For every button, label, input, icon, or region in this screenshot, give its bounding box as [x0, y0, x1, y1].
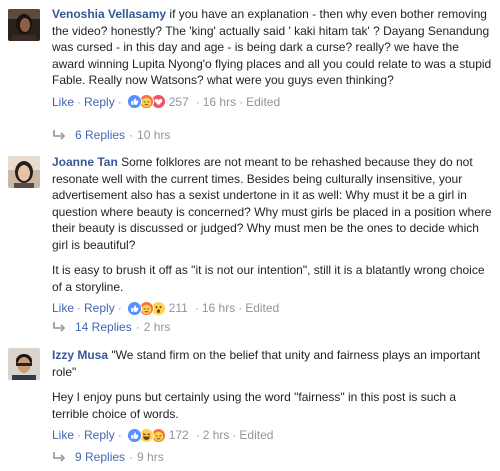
edited-label[interactable]: Edited: [239, 427, 273, 443]
separator: ·: [135, 320, 140, 334]
separator: ·: [238, 301, 243, 315]
like-icon: [126, 427, 142, 443]
comment-author[interactable]: Izzy Musa: [52, 348, 108, 362]
reply-arrow-icon: [53, 130, 66, 140]
comment-text: Izzy Musa "We stand firm on the belief t…: [52, 347, 492, 380]
comment-actions: Like · Reply · 211 · 16 hrs · Edited: [52, 300, 492, 316]
reaction-count[interactable]: 257: [169, 94, 189, 110]
replies-time: 2 hrs: [143, 320, 171, 334]
avatar[interactable]: [8, 9, 40, 41]
view-replies-link[interactable]: 9 Replies: [75, 449, 125, 465]
like-icon: [126, 94, 142, 109]
separator: ·: [129, 128, 134, 142]
reactions[interactable]: 257: [126, 94, 189, 110]
like-link[interactable]: Like: [52, 427, 74, 443]
comment-paragraph: "We stand firm on the belief that unity …: [52, 348, 481, 379]
comment-paragraph: Some folklores are not meant to be rehas…: [52, 155, 492, 252]
comment-text: Joanne Tan Some folklores are not meant …: [52, 154, 492, 253]
separator: ·: [232, 428, 237, 442]
edited-label[interactable]: Edited: [246, 94, 280, 110]
separator: ·: [117, 94, 122, 109]
comment-body: Izzy Musa "We stand firm on the belief t…: [52, 347, 492, 443]
comment-time[interactable]: 16 hrs: [203, 94, 236, 110]
like-link[interactable]: Like: [52, 94, 74, 110]
reply-arrow-icon: [53, 322, 66, 332]
avatar[interactable]: [8, 156, 40, 188]
comment-body: Joanne Tan Some folklores are not meant …: [52, 154, 492, 316]
reply-link[interactable]: Reply: [84, 94, 115, 110]
reply-link[interactable]: Reply: [84, 427, 115, 443]
comment-time[interactable]: 2 hrs: [203, 427, 230, 443]
reactions[interactable]: 211: [126, 300, 188, 316]
comment-actions: Like · Reply · 172 · 2 hrs · Edited: [52, 427, 492, 443]
comment-time[interactable]: 16 hrs: [202, 300, 235, 316]
comment: Venoshia Vellasamy if you have an explan…: [0, 0, 500, 147]
separator: ·: [117, 428, 122, 442]
separator: ·: [77, 94, 82, 109]
reply-link[interactable]: Reply: [84, 300, 115, 316]
comment-actions: Like · Reply · 257 · 16 hrs · Edited: [52, 94, 492, 110]
replies-row[interactable]: 9 Replies · 9 hrs: [52, 449, 164, 465]
separator: ·: [195, 428, 200, 442]
separator: ·: [77, 428, 82, 442]
view-replies-link[interactable]: 14 Replies: [75, 319, 132, 335]
view-replies-link[interactable]: 6 Replies: [75, 127, 125, 143]
separator: ·: [77, 301, 82, 315]
edited-label[interactable]: Edited: [245, 300, 279, 316]
separator: ·: [117, 301, 122, 315]
replies-time: 9 hrs: [137, 450, 164, 464]
comment-paragraph: Hey I enjoy puns but certainly using the…: [52, 390, 457, 421]
separator: ·: [195, 94, 200, 109]
separator: ·: [194, 301, 199, 315]
separator: ·: [129, 450, 134, 464]
reply-arrow-icon: [53, 452, 66, 462]
replies-row[interactable]: 6 Replies · 10 hrs: [52, 127, 170, 143]
like-link[interactable]: Like: [52, 300, 74, 316]
comment-paragraph: It is easy to brush it off as "it is not…: [52, 263, 485, 294]
reactions[interactable]: 172: [126, 427, 189, 443]
comment-text: Venoshia Vellasamy if you have an explan…: [52, 6, 492, 89]
reaction-count[interactable]: 211: [169, 300, 188, 316]
comment-author[interactable]: Venoshia Vellasamy: [52, 7, 166, 21]
replies-row[interactable]: 14 Replies · 2 hrs: [52, 319, 170, 335]
like-icon: [126, 300, 142, 316]
comment: Joanne Tan Some folklores are not meant …: [0, 150, 500, 340]
comment: Izzy Musa "We stand firm on the belief t…: [0, 342, 500, 471]
comment-author[interactable]: Joanne Tan: [52, 155, 118, 169]
comment-body: Venoshia Vellasamy if you have an explan…: [52, 6, 492, 110]
avatar[interactable]: [8, 348, 40, 380]
reaction-count[interactable]: 172: [169, 427, 189, 443]
separator: ·: [239, 94, 244, 109]
replies-time: 10 hrs: [137, 128, 171, 142]
